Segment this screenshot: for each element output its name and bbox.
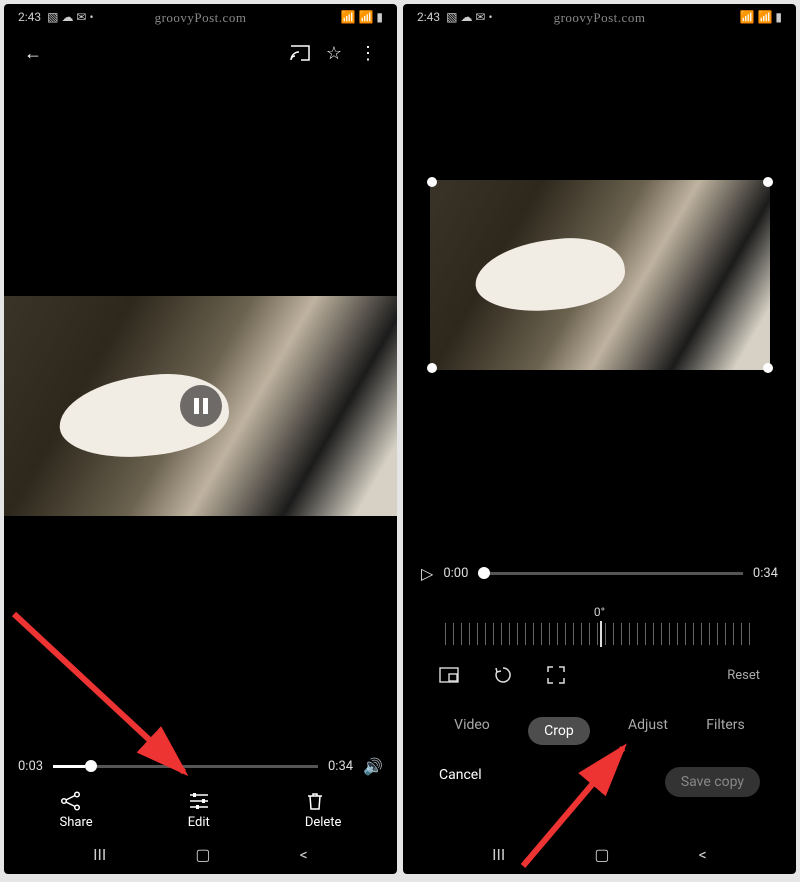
action-bar: Share Edit Delete bbox=[4, 791, 397, 830]
screenshot-editor: 2:43 ▧ ☁ ✉ • 📶 📶 ▮ groovyPost.com ▷ 0:00… bbox=[403, 4, 796, 874]
volume-icon[interactable]: 🔊 bbox=[363, 757, 383, 776]
notification-dots: ▧ ☁ ✉ • bbox=[446, 10, 492, 24]
share-button[interactable]: Share bbox=[60, 791, 93, 830]
android-navbar: III ▢ < bbox=[4, 834, 397, 874]
video-frame[interactable] bbox=[4, 296, 397, 516]
elapsed-time: 0:00 bbox=[443, 566, 468, 581]
pause-button[interactable] bbox=[180, 385, 222, 427]
tab-adjust[interactable]: Adjust bbox=[628, 717, 668, 745]
rotation-indicator bbox=[600, 621, 602, 647]
edit-icon bbox=[188, 791, 210, 811]
progress-row: 0:03 0:34 🔊 bbox=[4, 757, 397, 776]
back-button[interactable]: < bbox=[699, 845, 707, 864]
clock: 2:43 bbox=[18, 10, 41, 24]
video-scrubber[interactable] bbox=[53, 765, 318, 768]
statusbar: 2:43 ▧ ☁ ✉ • 📶 📶 ▮ bbox=[403, 4, 796, 30]
star-icon[interactable]: ☆ bbox=[317, 36, 351, 70]
editor-timeline: ▷ 0:00 0:34 0° Reset Video Cro bbox=[403, 564, 796, 797]
elapsed-time: 0:03 bbox=[18, 759, 43, 774]
back-arrow-icon[interactable]: ← bbox=[16, 36, 50, 70]
cancel-button[interactable]: Cancel bbox=[439, 767, 482, 797]
screenshot-viewer: 2:43 ▧ ☁ ✉ • 📶 📶 ▮ groovyPost.com ← ☆ ⋮ … bbox=[4, 4, 397, 874]
crop-frame[interactable] bbox=[430, 180, 770, 370]
tab-filters[interactable]: Filters bbox=[706, 717, 745, 745]
recents-button[interactable]: III bbox=[93, 845, 106, 864]
crop-handle-tl[interactable] bbox=[427, 177, 437, 187]
aspect-icon[interactable] bbox=[439, 667, 459, 683]
video-subject-dog bbox=[471, 232, 627, 317]
cast-icon[interactable] bbox=[283, 36, 317, 70]
app-bar: ← ☆ ⋮ bbox=[4, 30, 397, 76]
recents-button[interactable]: III bbox=[492, 845, 505, 864]
expand-icon[interactable] bbox=[547, 666, 565, 684]
delete-button[interactable]: Delete bbox=[305, 791, 342, 830]
editor-bottom-bar: Cancel Save copy bbox=[421, 767, 778, 797]
home-button[interactable]: ▢ bbox=[195, 845, 210, 864]
reset-button[interactable]: Reset bbox=[727, 668, 760, 683]
edit-button[interactable]: Edit bbox=[188, 791, 210, 830]
crop-handle-br[interactable] bbox=[763, 363, 773, 373]
rotation-angle: 0° bbox=[421, 605, 778, 619]
save-copy-button[interactable]: Save copy bbox=[665, 767, 760, 797]
crop-handle-tr[interactable] bbox=[763, 177, 773, 187]
statusbar: 2:43 ▧ ☁ ✉ • 📶 📶 ▮ bbox=[4, 4, 397, 30]
edit-label: Edit bbox=[188, 815, 210, 830]
editor-tabs: Video Crop Adjust Filters bbox=[421, 717, 778, 745]
share-label: Share bbox=[60, 815, 93, 830]
crop-tools-row: Reset bbox=[421, 665, 778, 685]
android-navbar: III ▢ < bbox=[403, 834, 796, 874]
tab-video[interactable]: Video bbox=[454, 717, 490, 745]
back-button[interactable]: < bbox=[300, 845, 308, 864]
total-time: 0:34 bbox=[753, 566, 778, 581]
video-scrubber[interactable] bbox=[478, 572, 743, 575]
share-icon bbox=[60, 791, 93, 811]
total-time: 0:34 bbox=[328, 759, 353, 774]
crop-handle-bl[interactable] bbox=[427, 363, 437, 373]
trash-icon bbox=[305, 791, 342, 811]
status-icons: 📶 📶 ▮ bbox=[740, 10, 782, 24]
status-icons: 📶 📶 ▮ bbox=[341, 10, 383, 24]
home-button[interactable]: ▢ bbox=[594, 845, 609, 864]
delete-label: Delete bbox=[305, 815, 342, 830]
clock: 2:43 bbox=[417, 10, 440, 24]
overflow-menu-icon[interactable]: ⋮ bbox=[351, 36, 385, 70]
tab-crop[interactable]: Crop bbox=[528, 717, 590, 745]
play-icon[interactable]: ▷ bbox=[421, 564, 433, 583]
rotate-icon[interactable] bbox=[493, 665, 513, 685]
notification-dots: ▧ ☁ ✉ • bbox=[47, 10, 93, 24]
